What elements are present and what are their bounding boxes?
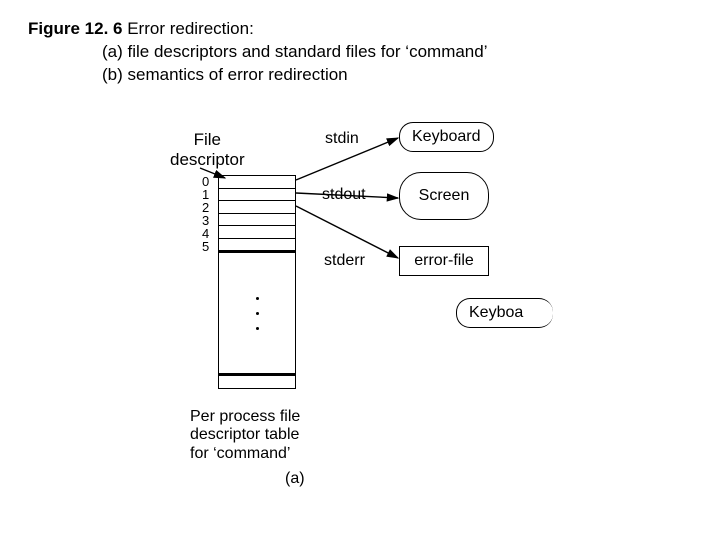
fd-row: [219, 239, 295, 251]
figure-number: Figure 12. 6: [28, 19, 122, 38]
figure-sub-b: (b) semantics of error redirection: [28, 64, 488, 87]
fd-row: [219, 189, 295, 202]
file-descriptor-label: Filedescriptor: [170, 130, 245, 170]
fd-table-caption: Per process filedescriptor tablefor ‘com…: [190, 408, 330, 463]
keyboard-box: Keyboard: [399, 122, 494, 152]
fd-num: 5: [202, 240, 209, 253]
fd-table-ellipsis: [218, 253, 296, 373]
fd-table: [218, 175, 296, 389]
stdout-label: stdout: [322, 186, 366, 204]
fd-row: [219, 176, 295, 189]
arrows: [100, 120, 660, 490]
figure-caption: Figure 12. 6 Error redirection: (a) file…: [28, 18, 488, 87]
screen-box: Screen: [399, 172, 489, 220]
fd-number-column: 0 1 2 3 4 5: [202, 175, 209, 253]
fd-row: [219, 201, 295, 214]
fd-table-top: [218, 175, 296, 253]
fd-table-bottom: [218, 373, 296, 389]
error-file-box: error-file: [399, 246, 489, 276]
figure-title: Error redirection:: [127, 19, 254, 38]
keyboard-box-2: Keyboa: [456, 298, 553, 328]
fd-row: [219, 214, 295, 227]
stderr-label: stderr: [324, 252, 365, 270]
subfigure-label: (a): [285, 470, 305, 488]
figure-sub-a: (a) file descriptors and standard files …: [28, 41, 488, 64]
stdin-label: stdin: [325, 130, 359, 148]
diagram-area: Filedescriptor 0 1 2 3 4 5 Per process f…: [100, 120, 660, 490]
fd-row: [219, 226, 295, 239]
